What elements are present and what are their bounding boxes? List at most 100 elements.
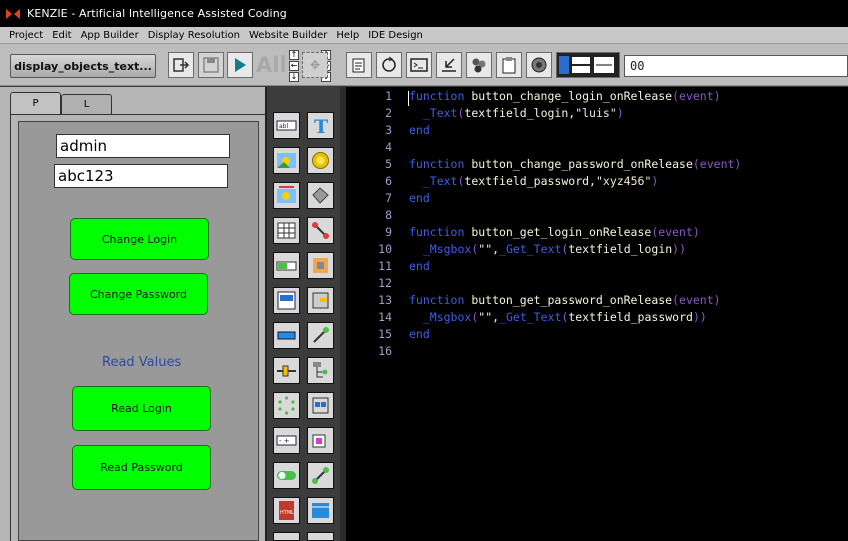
- code-line[interactable]: 2 _Text(textfield_login,"luis"): [346, 106, 848, 123]
- coin-button-icon[interactable]: [307, 147, 334, 174]
- code-text: function button_change_login_onRelease(e…: [409, 89, 721, 103]
- svg-text:abl: abl: [279, 123, 288, 130]
- slider-icon[interactable]: [273, 357, 300, 384]
- move-icon[interactable]: ✥: [302, 52, 328, 78]
- component-palette: abl T - + HTML: [265, 87, 340, 541]
- toolbar: display_objects_text... All ↑ ← ↓ ↑ → ↓ …: [0, 44, 848, 86]
- code-line[interactable]: 9 function button_get_login_onRelease(eve…: [346, 225, 848, 242]
- menu-project[interactable]: Project: [0, 30, 48, 41]
- menu-edit[interactable]: Edit: [48, 30, 76, 41]
- stepper-icon[interactable]: - +: [273, 427, 300, 454]
- dock-icon[interactable]: [307, 287, 334, 314]
- all-label[interactable]: All: [256, 53, 287, 77]
- text-icon[interactable]: T: [307, 112, 334, 139]
- code-line[interactable]: 15 end: [346, 327, 848, 344]
- link-icon[interactable]: [307, 322, 334, 349]
- console-icon[interactable]: [406, 52, 432, 78]
- properties-icon[interactable]: [346, 52, 372, 78]
- line-number: 10: [378, 242, 392, 256]
- read-login-button[interactable]: Read Login: [72, 386, 211, 431]
- progress-icon[interactable]: [273, 252, 300, 279]
- input-box-icon[interactable]: [273, 287, 300, 314]
- line-number: 6: [385, 174, 392, 188]
- path-icon[interactable]: [307, 462, 334, 489]
- shape-icon[interactable]: [307, 182, 334, 209]
- tree-icon[interactable]: [307, 357, 334, 384]
- line-number: 8: [385, 208, 392, 222]
- group-icon[interactable]: [307, 392, 334, 419]
- design-panel: P L admin abc123 Change Login Change Pas…: [0, 87, 265, 541]
- code-line[interactable]: 14 _Msgbox("",_Get_Text(textfield_passwo…: [346, 310, 848, 327]
- resize-icon[interactable]: [307, 427, 334, 454]
- layout-tools-icon[interactable]: [556, 52, 620, 78]
- textfield-password[interactable]: abc123: [54, 164, 228, 188]
- code-line[interactable]: 8: [346, 208, 848, 225]
- layout-icon[interactable]: [307, 252, 334, 279]
- spinner-icon[interactable]: [273, 392, 300, 419]
- button-icon[interactable]: [273, 322, 300, 349]
- svg-text:T: T: [314, 116, 328, 136]
- file-selector-button[interactable]: display_objects_text...: [10, 54, 156, 78]
- read-password-button[interactable]: Read Password: [72, 445, 211, 490]
- textfield-icon[interactable]: abl: [273, 112, 300, 139]
- tab-l[interactable]: L: [61, 94, 112, 114]
- code-line[interactable]: 11 end: [346, 259, 848, 276]
- menu-app-builder[interactable]: App Builder: [77, 30, 144, 41]
- menu-display-resolution[interactable]: Display Resolution: [144, 30, 245, 41]
- code-line[interactable]: 5 function button_change_password_onRelea…: [346, 157, 848, 174]
- html-icon[interactable]: HTML: [273, 497, 300, 524]
- image-icon[interactable]: [273, 147, 300, 174]
- code-token: end: [409, 123, 430, 137]
- connector-icon[interactable]: [307, 217, 334, 244]
- clipboard-icon[interactable]: [496, 52, 522, 78]
- code-token: ): [616, 106, 624, 120]
- change-login-button[interactable]: Change Login: [70, 218, 209, 260]
- code-line[interactable]: 16: [346, 344, 848, 361]
- tab-p[interactable]: P: [10, 92, 61, 114]
- window-title: KENZIE - Artificial Intelligence Assiste…: [27, 7, 287, 20]
- table-icon[interactable]: [273, 217, 300, 244]
- code-line[interactable]: 10 _Msgbox("",_Get_Text(textfield_login)…: [346, 242, 848, 259]
- more-icon[interactable]: [307, 532, 334, 541]
- components-icon[interactable]: [466, 52, 492, 78]
- code-token: )): [692, 310, 707, 324]
- code-line[interactable]: 13 function button_get_password_onRelease…: [346, 293, 848, 310]
- more-icon[interactable]: [273, 532, 300, 541]
- toggle-icon[interactable]: [273, 462, 300, 489]
- save-icon[interactable]: [198, 52, 224, 78]
- change-password-button[interactable]: Change Password: [69, 273, 208, 315]
- line-number: 13: [378, 293, 392, 307]
- run-icon[interactable]: [227, 52, 253, 78]
- code-token: button_change_login_onRelease: [471, 89, 673, 103]
- code-text: _Msgbox("",_Get_Text(textfield_password)…: [409, 310, 707, 324]
- code-token: )): [672, 242, 687, 256]
- exit-icon[interactable]: [168, 52, 194, 78]
- code-line[interactable]: 6 _Text(textfield_password,"xyz456"): [346, 174, 848, 191]
- code-line[interactable]: 7 end: [346, 191, 848, 208]
- code-line[interactable]: 4: [346, 140, 848, 157]
- code-line[interactable]: 12: [346, 276, 848, 293]
- value-field[interactable]: 00: [624, 55, 848, 77]
- code-editor[interactable]: 1 function button_change_login_onRelease(…: [346, 87, 848, 541]
- menu-ide-design[interactable]: IDE Design: [364, 30, 428, 41]
- svg-text:HTML: HTML: [280, 510, 294, 516]
- menu-help[interactable]: Help: [332, 30, 364, 41]
- code-text: _Text(textfield_password,"xyz456"): [409, 174, 658, 188]
- code-line[interactable]: 1 function button_change_login_onRelease(…: [346, 89, 848, 106]
- speaker-icon[interactable]: [526, 52, 552, 78]
- import-icon[interactable]: [436, 52, 462, 78]
- design-canvas[interactable]: admin abc123 Change Login Change Passwor…: [18, 121, 259, 541]
- animated-image-icon[interactable]: [273, 182, 300, 209]
- code-token: "luis": [575, 106, 617, 120]
- web-icon[interactable]: [307, 497, 334, 524]
- code-token: function: [409, 157, 472, 171]
- refresh-icon[interactable]: [376, 52, 402, 78]
- textfield-login[interactable]: admin: [56, 134, 230, 158]
- code-line[interactable]: 3 end: [346, 123, 848, 140]
- menu-website-builder[interactable]: Website Builder: [245, 30, 332, 41]
- code-token: function: [409, 89, 472, 103]
- code-token: textfield_password: [568, 310, 693, 324]
- code-token: _Text: [422, 174, 458, 188]
- code-token: "": [478, 310, 493, 324]
